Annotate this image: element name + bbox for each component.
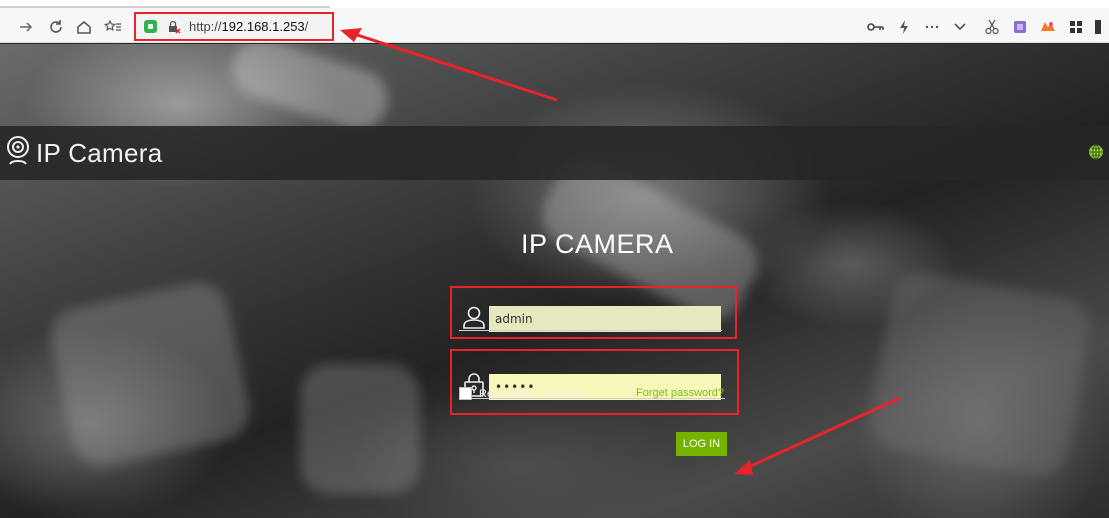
username-input[interactable] bbox=[489, 306, 721, 332]
favorites-icon[interactable] bbox=[103, 17, 123, 37]
browser-toolbar: http://192.168.1.253/ bbox=[0, 0, 1109, 43]
sidebar-icon[interactable] bbox=[1094, 17, 1102, 37]
more-icon[interactable] bbox=[922, 17, 942, 37]
key-icon[interactable] bbox=[866, 17, 886, 37]
background-blur bbox=[224, 44, 396, 138]
background-blur bbox=[865, 268, 1095, 480]
brand: IP Camera bbox=[6, 136, 163, 170]
apps-grid-icon[interactable] bbox=[1066, 17, 1086, 37]
user-icon bbox=[459, 302, 489, 332]
toolbar-icons bbox=[866, 17, 1102, 37]
login-button[interactable]: LOG IN bbox=[676, 432, 727, 456]
webcam-icon bbox=[6, 136, 30, 170]
extension-icon[interactable] bbox=[1038, 17, 1058, 37]
tab-strip bbox=[0, 0, 1109, 8]
app-header: IP Camera bbox=[0, 126, 1109, 180]
globe-icon[interactable] bbox=[1088, 144, 1104, 160]
address-bar[interactable]: http://192.168.1.253/ bbox=[134, 12, 334, 41]
remember-checkbox[interactable] bbox=[459, 387, 472, 400]
insecure-lock-icon[interactable] bbox=[167, 20, 181, 34]
forgot-password-link[interactable]: Forget password? bbox=[636, 387, 724, 399]
scissors-icon[interactable] bbox=[982, 17, 1002, 37]
forward-icon[interactable] bbox=[16, 17, 36, 37]
lightning-icon[interactable] bbox=[894, 17, 914, 37]
security-shield-icon[interactable] bbox=[144, 20, 157, 33]
remember-label: Remember username bbox=[479, 387, 586, 400]
remember-username[interactable]: Remember username bbox=[459, 387, 585, 400]
login-title: IP CAMERA bbox=[521, 229, 674, 259]
home-icon[interactable] bbox=[74, 17, 94, 37]
background-blur bbox=[300, 364, 420, 494]
username-row bbox=[459, 302, 721, 332]
url-text: http://192.168.1.253/ bbox=[189, 19, 309, 34]
app-title: IP Camera bbox=[36, 137, 163, 168]
chevron-down-icon[interactable] bbox=[950, 17, 970, 37]
extension-icon[interactable] bbox=[1010, 17, 1030, 37]
reload-icon[interactable] bbox=[46, 17, 66, 37]
background-blur bbox=[45, 277, 255, 471]
username-underline bbox=[459, 330, 722, 331]
login-page: IP Camera IP CAMERA bbox=[0, 44, 1109, 518]
